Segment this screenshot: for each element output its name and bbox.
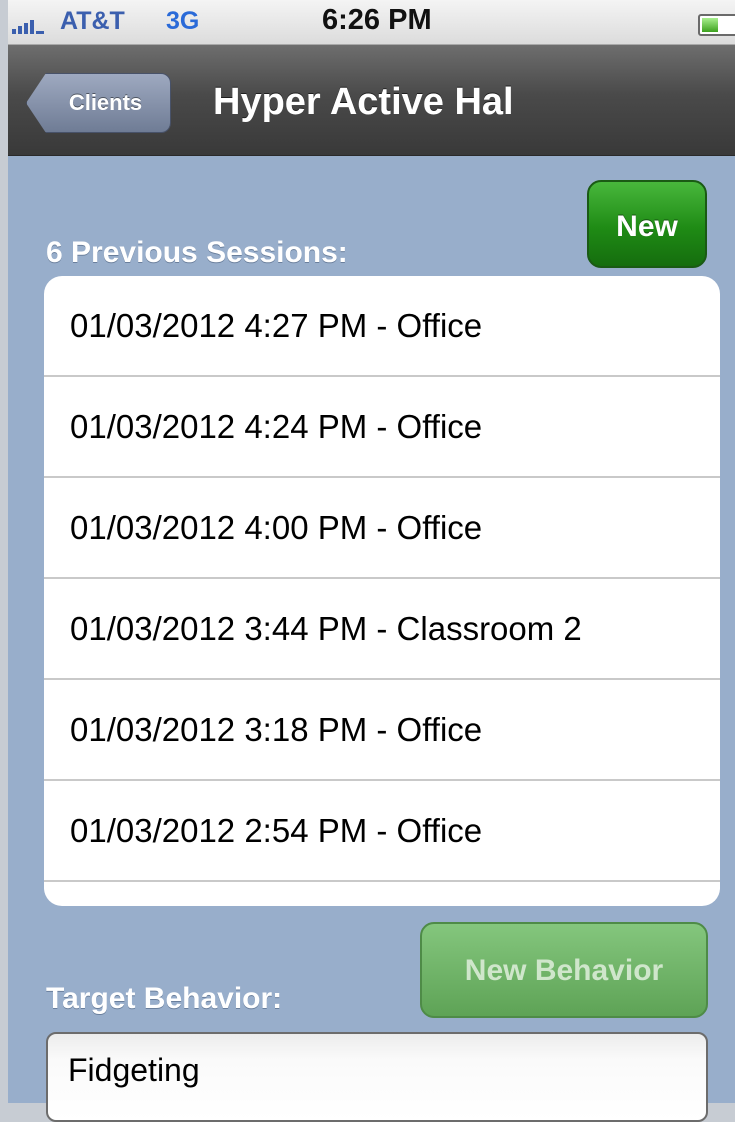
status-bar: AT&T 3G 6:26 PM (8, 0, 735, 45)
new-session-button-label: New (616, 210, 678, 243)
target-behavior-value: Fidgeting (68, 1052, 200, 1088)
session-row[interactable]: 01/03/2012 4:24 PM - Office (44, 377, 720, 478)
session-row[interactable]: 01/03/2012 4:00 PM - Office (44, 478, 720, 579)
session-row[interactable]: 01/03/2012 4:27 PM - Office (44, 276, 720, 377)
back-button-label: Clients (68, 90, 143, 115)
target-behavior-field[interactable]: Fidgeting (46, 1032, 708, 1122)
signal-strength-icon (12, 14, 44, 34)
target-behavior-label: Target Behavior: (46, 982, 283, 1015)
sessions-list[interactable]: 01/03/2012 4:27 PM - Office 01/03/2012 4… (44, 276, 720, 906)
main-content: New 6 Previous Sessions: 01/03/2012 4:27… (8, 156, 735, 1122)
page-title: Hyper Active Hal (213, 81, 514, 123)
new-behavior-button-label: New Behavior (464, 954, 664, 987)
network-type: 3G (166, 7, 200, 35)
back-button-clients[interactable]: Clients (26, 73, 171, 133)
battery-level (702, 18, 718, 32)
carrier-name: AT&T (60, 7, 125, 35)
battery-icon (698, 14, 735, 36)
status-time: 6:26 PM (322, 4, 432, 36)
navigation-bar: Clients Hyper Active Hal (8, 45, 735, 156)
new-session-button[interactable]: New (587, 180, 707, 268)
session-row[interactable]: 01/03/2012 3:18 PM - Office (44, 680, 720, 781)
new-behavior-button[interactable]: New Behavior (420, 922, 708, 1018)
sessions-header: 6 Previous Sessions: (46, 236, 348, 269)
session-row[interactable]: 01/03/2012 2:54 PM - Office (44, 781, 720, 882)
session-row[interactable]: 01/03/2012 3:44 PM - Classroom 2 (44, 579, 720, 680)
